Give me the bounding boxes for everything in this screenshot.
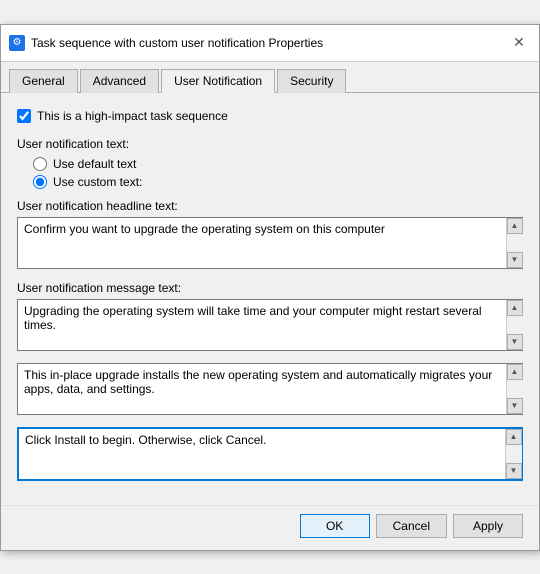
headline-scroll-down[interactable]: ▼ (507, 252, 523, 268)
close-button[interactable]: ✕ (507, 31, 531, 55)
message-scroll-down-1[interactable]: ▼ (507, 334, 523, 350)
tab-general[interactable]: General (9, 69, 78, 93)
high-impact-checkbox[interactable] (17, 109, 31, 123)
message-scroll-up-3[interactable]: ▲ (506, 429, 522, 445)
message-container-2: This in-place upgrade installs the new o… (17, 363, 523, 415)
tab-advanced[interactable]: Advanced (80, 69, 159, 93)
window-title: Task sequence with custom user notificat… (31, 36, 323, 50)
message-textarea-2[interactable]: This in-place upgrade installs the new o… (18, 364, 506, 414)
radio-custom[interactable] (33, 175, 47, 189)
message-label: User notification message text: (17, 281, 523, 295)
headline-textarea[interactable]: Confirm you want to upgrade the operatin… (18, 218, 506, 268)
radio-custom-label: Use custom text: (53, 175, 142, 189)
dialog-footer: OK Cancel Apply (1, 505, 539, 550)
tab-security[interactable]: Security (277, 69, 346, 93)
tab-bar: General Advanced User Notification Secur… (1, 62, 539, 93)
radio-default-row: Use default text (33, 157, 523, 171)
high-impact-label: This is a high-impact task sequence (37, 109, 228, 123)
headline-container: Confirm you want to upgrade the operatin… (17, 217, 523, 269)
message-scroll-track-3 (506, 445, 522, 463)
tab-content: This is a high-impact task sequence User… (1, 93, 539, 505)
message-container-1: Upgrading the operating system will take… (17, 299, 523, 351)
window-icon: ⚙ (9, 35, 25, 51)
message-scroll-down-3[interactable]: ▼ (506, 463, 522, 479)
message-scrollbar-1: ▲ ▼ (506, 300, 522, 350)
tab-user-notification[interactable]: User Notification (161, 69, 275, 93)
apply-button[interactable]: Apply (453, 514, 523, 538)
cancel-button[interactable]: Cancel (376, 514, 447, 538)
message-wrapper-3: Click Install to begin. Otherwise, click… (17, 427, 523, 481)
headline-scrollbar: ▲ ▼ (506, 218, 522, 268)
headline-wrapper: Confirm you want to upgrade the operatin… (17, 217, 523, 269)
title-bar-left: ⚙ Task sequence with custom user notific… (9, 35, 323, 51)
notification-text-label: User notification text: (17, 137, 523, 151)
headline-scroll-track (507, 234, 523, 252)
message-wrapper-2: This in-place upgrade installs the new o… (17, 363, 523, 415)
radio-default-label: Use default text (53, 157, 136, 171)
message-wrapper-1: Upgrading the operating system will take… (17, 299, 523, 351)
message-textarea-1[interactable]: Upgrading the operating system will take… (18, 300, 506, 350)
message-container-3: Click Install to begin. Otherwise, click… (17, 427, 523, 481)
message-scroll-up-2[interactable]: ▲ (507, 364, 523, 380)
radio-default[interactable] (33, 157, 47, 171)
message-scroll-down-2[interactable]: ▼ (507, 398, 523, 414)
message-scrollbar-2: ▲ ▼ (506, 364, 522, 414)
title-bar: ⚙ Task sequence with custom user notific… (1, 25, 539, 62)
message-scroll-track-2 (507, 380, 523, 398)
headline-scroll-up[interactable]: ▲ (507, 218, 523, 234)
high-impact-row: This is a high-impact task sequence (17, 109, 523, 123)
dialog-window: ⚙ Task sequence with custom user notific… (0, 24, 540, 551)
message-scroll-track-1 (507, 316, 523, 334)
message-scroll-up-1[interactable]: ▲ (507, 300, 523, 316)
radio-group: Use default text Use custom text: (33, 157, 523, 189)
radio-custom-row: Use custom text: (33, 175, 523, 189)
message-scrollbar-3: ▲ ▼ (505, 429, 521, 479)
ok-button[interactable]: OK (300, 514, 370, 538)
message-textarea-3[interactable]: Click Install to begin. Otherwise, click… (19, 429, 505, 479)
headline-label: User notification headline text: (17, 199, 523, 213)
